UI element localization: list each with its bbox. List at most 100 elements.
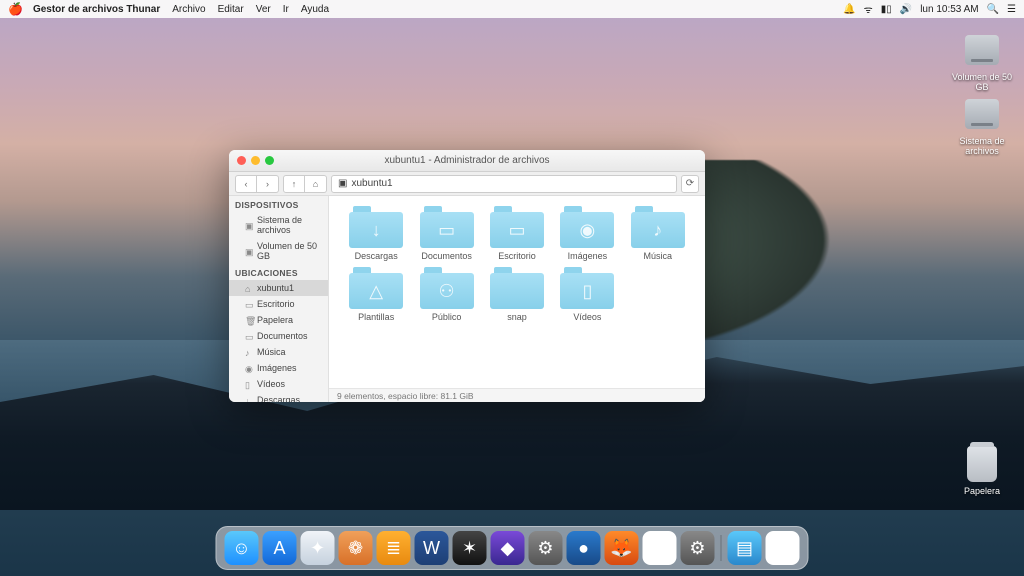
menu-ver[interactable]: Ver — [256, 4, 271, 15]
content-area: ↓ Descargas ▭ Documentos ▭ Escritorio ◉ Imágene… — [329, 196, 705, 402]
folder-icon: ▯ — [560, 267, 614, 309]
folder-icon: ↓ — [349, 206, 403, 248]
folder-plantillas[interactable]: △ Plantillas — [343, 267, 409, 322]
folder-música[interactable]: ♪ Música — [625, 206, 691, 261]
sidebar-item-pictures[interactable]: ◉Imágenes — [229, 360, 328, 376]
sidebar-places-header: UBICACIONES — [229, 264, 328, 280]
folder-icon: ▭ — [420, 206, 474, 248]
search-icon[interactable]: 🔍 — [987, 4, 999, 15]
sidebar-devices-header: DISPOSITIVOS — [229, 196, 328, 212]
dock-firefox[interactable]: 🦊 — [605, 531, 639, 565]
desktop-volume-label: Volumen de 50 GB — [950, 72, 1014, 92]
folder-label: Escritorio — [484, 251, 550, 261]
sidebar-item-trash[interactable]: 🗑Papelera — [229, 312, 328, 328]
sidebar-item-volume[interactable]: ▣Volumen de 50 GB — [229, 238, 328, 264]
desktop-volume[interactable]: Volumen de 50 GB — [950, 30, 1014, 92]
wifi-icon[interactable]: ᯤ — [864, 2, 873, 16]
drive-icon — [965, 35, 999, 65]
dock-separator — [721, 535, 722, 561]
drive-icon — [965, 99, 999, 129]
desktop-filesystem-label: Sistema de archivos — [950, 136, 1014, 156]
folder-icon: △ — [349, 267, 403, 309]
folder-icon: ⚇ — [420, 267, 474, 309]
sidebar-item-videos[interactable]: ▯Vídeos — [229, 376, 328, 392]
sidebar-item-home[interactable]: ⌂xubuntu1 — [229, 280, 328, 296]
dock-screenshot[interactable]: ▣ — [766, 531, 800, 565]
folder-label: snap — [484, 312, 550, 322]
dock-prefs[interactable]: ⚙ — [681, 531, 715, 565]
folder-label: Descargas — [343, 251, 409, 261]
up-button[interactable]: ↑ — [283, 175, 305, 193]
sidebar-item-downloads[interactable]: ↓Descargas — [229, 392, 328, 402]
folder-documentos[interactable]: ▭ Documentos — [413, 206, 479, 261]
battery-icon[interactable]: ▮▯ — [881, 4, 892, 15]
home-button[interactable]: ⌂ — [305, 175, 327, 193]
folder-icon: ▣ — [338, 178, 347, 189]
folder-grid: ↓ Descargas ▭ Documentos ▭ Escritorio ◉ Imágene… — [329, 196, 705, 388]
control-center-icon[interactable]: ☰ — [1007, 4, 1016, 15]
path-text: xubuntu1 — [351, 178, 392, 189]
menubar-clock[interactable]: lun 10:53 AM — [920, 4, 978, 15]
status-text: 9 elementos, espacio libre: 81.1 GiB — [337, 391, 474, 401]
menu-archivo[interactable]: Archivo — [172, 4, 205, 15]
dock-finder[interactable]: ☺ — [225, 531, 259, 565]
menu-editar[interactable]: Editar — [218, 4, 244, 15]
dock-photos[interactable]: ❁ — [339, 531, 373, 565]
folder-label: Vídeos — [554, 312, 620, 322]
folder-vídeos[interactable]: ▯ Vídeos — [554, 267, 620, 322]
sidebar-item-filesystem[interactable]: ▣Sistema de archivos — [229, 212, 328, 238]
desktop-trash-label: Papelera — [950, 486, 1014, 496]
folder-label: Plantillas — [343, 312, 409, 322]
trash-icon — [967, 446, 997, 482]
sidebar-item-desktop[interactable]: ▭Escritorio — [229, 296, 328, 312]
folder-público[interactable]: ⚇ Público — [413, 267, 479, 322]
notifications-icon[interactable]: 🔔 — [843, 4, 855, 15]
file-manager-window: xubuntu1 - Administrador de archivos ‹ ›… — [229, 150, 705, 402]
forward-button[interactable]: › — [257, 175, 279, 193]
refresh-button[interactable]: ⟳ — [681, 175, 699, 193]
volume-icon[interactable]: 🔊 — [900, 4, 912, 15]
desktop-filesystem[interactable]: Sistema de archivos — [950, 94, 1014, 156]
folder-label: Documentos — [413, 251, 479, 261]
folder-icon: ◉ — [560, 206, 614, 248]
folder-label: Imágenes — [554, 251, 620, 261]
dock-safari[interactable]: ✦ — [301, 531, 335, 565]
dock-chrome[interactable]: ◉ — [643, 531, 677, 565]
desktop-trash[interactable]: Papelera — [950, 444, 1014, 496]
folder-label: Música — [625, 251, 691, 261]
folder-icon: ♪ — [631, 206, 685, 248]
dock-appstore[interactable]: A — [263, 531, 297, 565]
dock-office[interactable]: ≣ — [377, 531, 411, 565]
dock-browser[interactable]: ● — [567, 531, 601, 565]
dock-word[interactable]: W — [415, 531, 449, 565]
apple-menu-icon[interactable]: 🍎 — [8, 2, 23, 16]
menu-ir[interactable]: Ir — [283, 4, 289, 15]
sidebar-item-music[interactable]: ♪Música — [229, 344, 328, 360]
dock-settings[interactable]: ⚙ — [529, 531, 563, 565]
folder-label: Público — [413, 312, 479, 322]
statusbar: 9 elementos, espacio libre: 81.1 GiB — [329, 388, 705, 402]
folder-icon: ▭ — [490, 206, 544, 248]
dock-mission[interactable]: ▤ — [728, 531, 762, 565]
titlebar[interactable]: xubuntu1 - Administrador de archivos — [229, 150, 705, 172]
sidebar-item-documents[interactable]: ▭Documentos — [229, 328, 328, 344]
dock: ☺A✦❁≣W✶◆⚙●🦊◉⚙▤▣ — [216, 526, 809, 570]
folder-icon — [490, 267, 544, 309]
path-bar[interactable]: ▣ xubuntu1 — [331, 175, 677, 193]
folder-descargas[interactable]: ↓ Descargas — [343, 206, 409, 261]
folder-snap[interactable]: snap — [484, 267, 550, 322]
menubar-app-name[interactable]: Gestor de archivos Thunar — [33, 4, 160, 15]
minimize-button[interactable] — [251, 156, 260, 165]
close-button[interactable] — [237, 156, 246, 165]
dock-ink[interactable]: ◆ — [491, 531, 525, 565]
folder-escritorio[interactable]: ▭ Escritorio — [484, 206, 550, 261]
toolbar: ‹ › ↑ ⌂ ▣ xubuntu1 ⟳ — [229, 172, 705, 196]
folder-imágenes[interactable]: ◉ Imágenes — [554, 206, 620, 261]
maximize-button[interactable] — [265, 156, 274, 165]
menu-ayuda[interactable]: Ayuda — [301, 4, 329, 15]
menubar: 🍎 Gestor de archivos Thunar Archivo Edit… — [0, 0, 1024, 18]
back-button[interactable]: ‹ — [235, 175, 257, 193]
dock-imovie[interactable]: ✶ — [453, 531, 487, 565]
window-title: xubuntu1 - Administrador de archivos — [229, 155, 705, 166]
sidebar: DISPOSITIVOS ▣Sistema de archivos ▣Volum… — [229, 196, 329, 402]
